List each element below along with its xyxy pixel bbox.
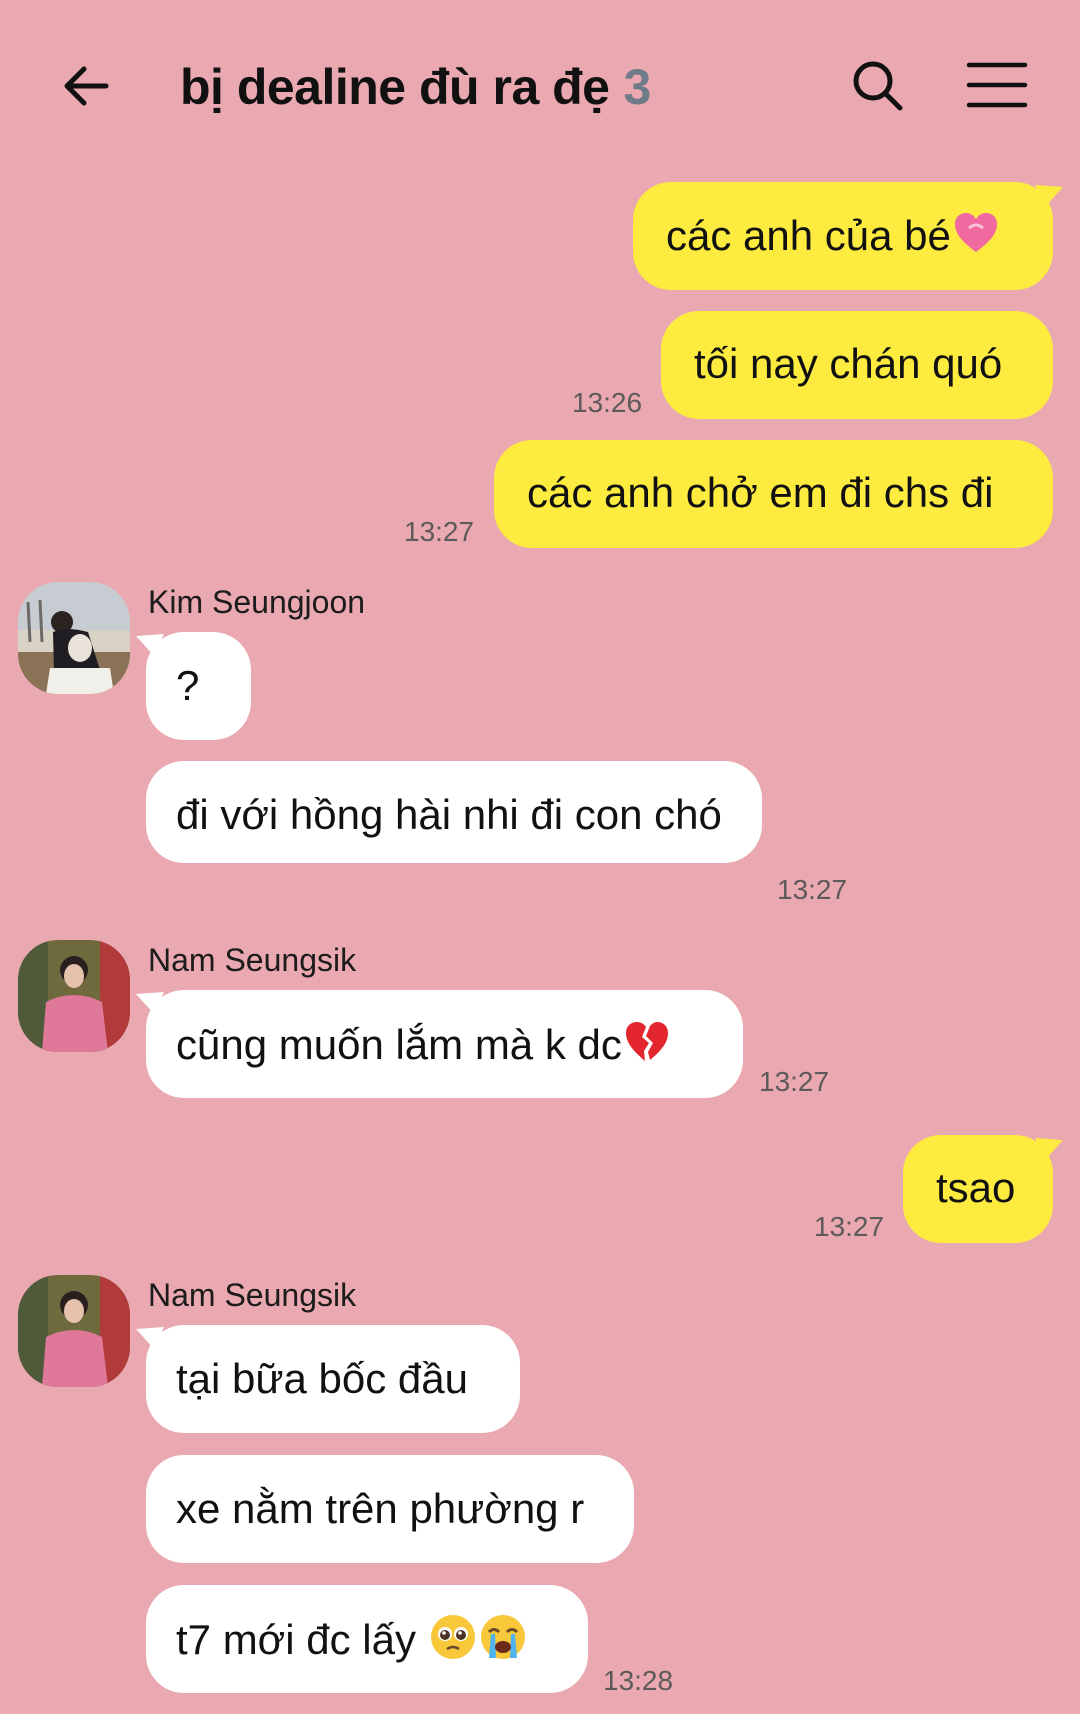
my-message-bubble[interactable]: tối nay chán quó	[661, 311, 1053, 419]
bubble-tail	[1035, 185, 1063, 207]
message-time: 13:26	[572, 387, 643, 418]
avatar-photo	[18, 940, 130, 1052]
sender-name: Nam Seungsik	[148, 1277, 357, 1313]
message-text: ?	[176, 662, 200, 709]
member-count: 3	[623, 59, 652, 115]
bubble-tail	[136, 1327, 164, 1349]
their-message-bubble[interactable]: cũng muốn lắm mà k dc	[146, 990, 743, 1098]
their-message-bubble[interactable]: xe nằm trên phường r	[146, 1455, 634, 1563]
avatar-kim-seungjoon[interactable]	[18, 582, 130, 694]
message-text: xe nằm trên phường r	[176, 1485, 585, 1532]
message-text: t7 mới đc lấy	[176, 1616, 416, 1663]
search-button[interactable]	[848, 56, 908, 116]
pleading-face-emoji-icon	[430, 1615, 475, 1659]
their-message-bubble[interactable]: tại bữa bốc đầu	[146, 1325, 520, 1433]
their-message-bubble[interactable]: đi với hồng hài nhi đi con chó	[146, 761, 762, 863]
message-time: 13:28	[603, 1665, 674, 1696]
back-arrow-icon	[64, 66, 109, 106]
pink-heart-emoji-icon	[954, 213, 997, 252]
message-text: cũng muốn lắm mà k dc	[176, 1021, 622, 1068]
bubble-tail	[1035, 1138, 1063, 1160]
bubble-tail	[136, 992, 164, 1014]
chat-title: bị dealine đù ra đẹ 3	[180, 58, 651, 116]
avatar-nam-seungsik[interactable]	[18, 1275, 130, 1387]
broken-heart-emoji-icon	[625, 1022, 668, 1061]
avatar-photo	[18, 582, 130, 694]
sender-name: Nam Seungsik	[148, 942, 357, 978]
message-text: tối nay chán quó	[694, 340, 1003, 387]
message-text: tại bữa bốc đầu	[176, 1355, 468, 1402]
message-time: 13:27	[759, 1066, 830, 1097]
avatar-photo	[18, 1275, 130, 1387]
message-text: tsao	[936, 1164, 1016, 1211]
back-button[interactable]	[58, 56, 118, 116]
chat-header: bị dealine đù ra đẹ 3	[0, 0, 1080, 175]
sender-name: Kim Seungjoon	[148, 584, 366, 620]
loudly-crying-face-emoji-icon	[480, 1615, 525, 1659]
message-text: các anh của bé	[666, 212, 951, 259]
message-text: đi với hồng hài nhi đi con chó	[176, 791, 722, 838]
message-time: 13:27	[814, 1211, 885, 1242]
chat-title-text: bị dealine đù ra đẹ	[180, 59, 610, 115]
message-time: 13:27	[404, 516, 475, 547]
message-text: các anh chở em đi chs đi	[527, 469, 994, 516]
menu-icon	[966, 62, 1028, 108]
bubble-tail	[136, 634, 164, 656]
avatar-nam-seungsik[interactable]	[18, 940, 130, 1052]
my-message-bubble[interactable]: tsao	[903, 1135, 1053, 1243]
menu-button[interactable]	[966, 60, 1028, 110]
their-message-bubble[interactable]: t7 mới đc lấy	[146, 1585, 588, 1693]
my-message-bubble[interactable]: các anh chở em đi chs đi	[494, 440, 1053, 548]
message-time: 13:27	[777, 874, 848, 905]
my-message-bubble[interactable]: các anh của bé	[633, 182, 1053, 290]
search-icon	[853, 61, 903, 111]
